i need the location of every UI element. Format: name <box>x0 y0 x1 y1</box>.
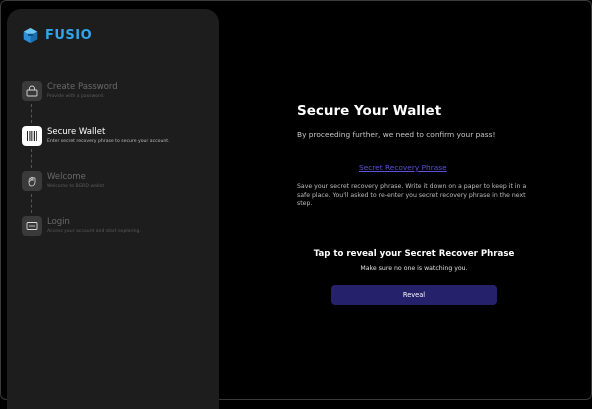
barcode-icon <box>22 126 42 146</box>
step-login[interactable]: Login Access your account and start expl… <box>22 216 217 261</box>
step-connector <box>31 149 32 168</box>
page-title: Secure Your Wallet <box>297 103 442 119</box>
brand-logo: FUSIO <box>22 27 92 44</box>
wave-hand-icon <box>22 171 42 191</box>
brand-name: FUSIO <box>45 28 93 43</box>
sidebar: FUSIO Create Password Provide with a pas… <box>7 9 219 409</box>
reveal-heading: Tap to reveal your Secret Recover Phrase <box>313 249 515 259</box>
login-card-icon <box>22 216 42 236</box>
step-connector <box>31 104 32 123</box>
step-secure-wallet[interactable]: Secure Wallet Enter secret recovery phra… <box>22 126 217 171</box>
step-title: Login <box>47 217 70 227</box>
step-title: Secure Wallet <box>47 127 106 137</box>
reveal-button[interactable]: Reveal <box>331 285 497 305</box>
step-welcome[interactable]: Welcome Welcome to BGRD wallet <box>22 171 217 216</box>
step-title: Create Password <box>47 82 118 92</box>
lead-text: By proceeding further, we need to confir… <box>297 130 496 139</box>
step-subtitle: Access your account and start exploring. <box>47 229 141 234</box>
password-lock-icon <box>22 81 42 101</box>
step-connector <box>31 194 32 213</box>
step-create-password[interactable]: Create Password Provide with a password. <box>22 81 217 126</box>
step-subtitle: Provide with a password. <box>47 94 105 99</box>
app-window: FUSIO Create Password Provide with a pas… <box>0 0 592 409</box>
step-subtitle: Welcome to BGRD wallet <box>47 184 105 189</box>
onboarding-steps: Create Password Provide with a password.… <box>22 81 217 261</box>
instruction-text: Save your secret recovery phrase. Write … <box>297 183 527 207</box>
step-title: Welcome <box>47 172 86 182</box>
secret-recovery-phrase-link[interactable]: Secret Recovery Phrase <box>359 163 447 172</box>
secure-wallet-panel: Secure Your Wallet By proceeding further… <box>297 1 557 401</box>
reveal-subtitle: Make sure no one is watching you. <box>360 265 468 272</box>
fusio-logo-icon <box>23 27 38 44</box>
step-subtitle: Enter secret recovery phrase to secure y… <box>47 139 170 144</box>
